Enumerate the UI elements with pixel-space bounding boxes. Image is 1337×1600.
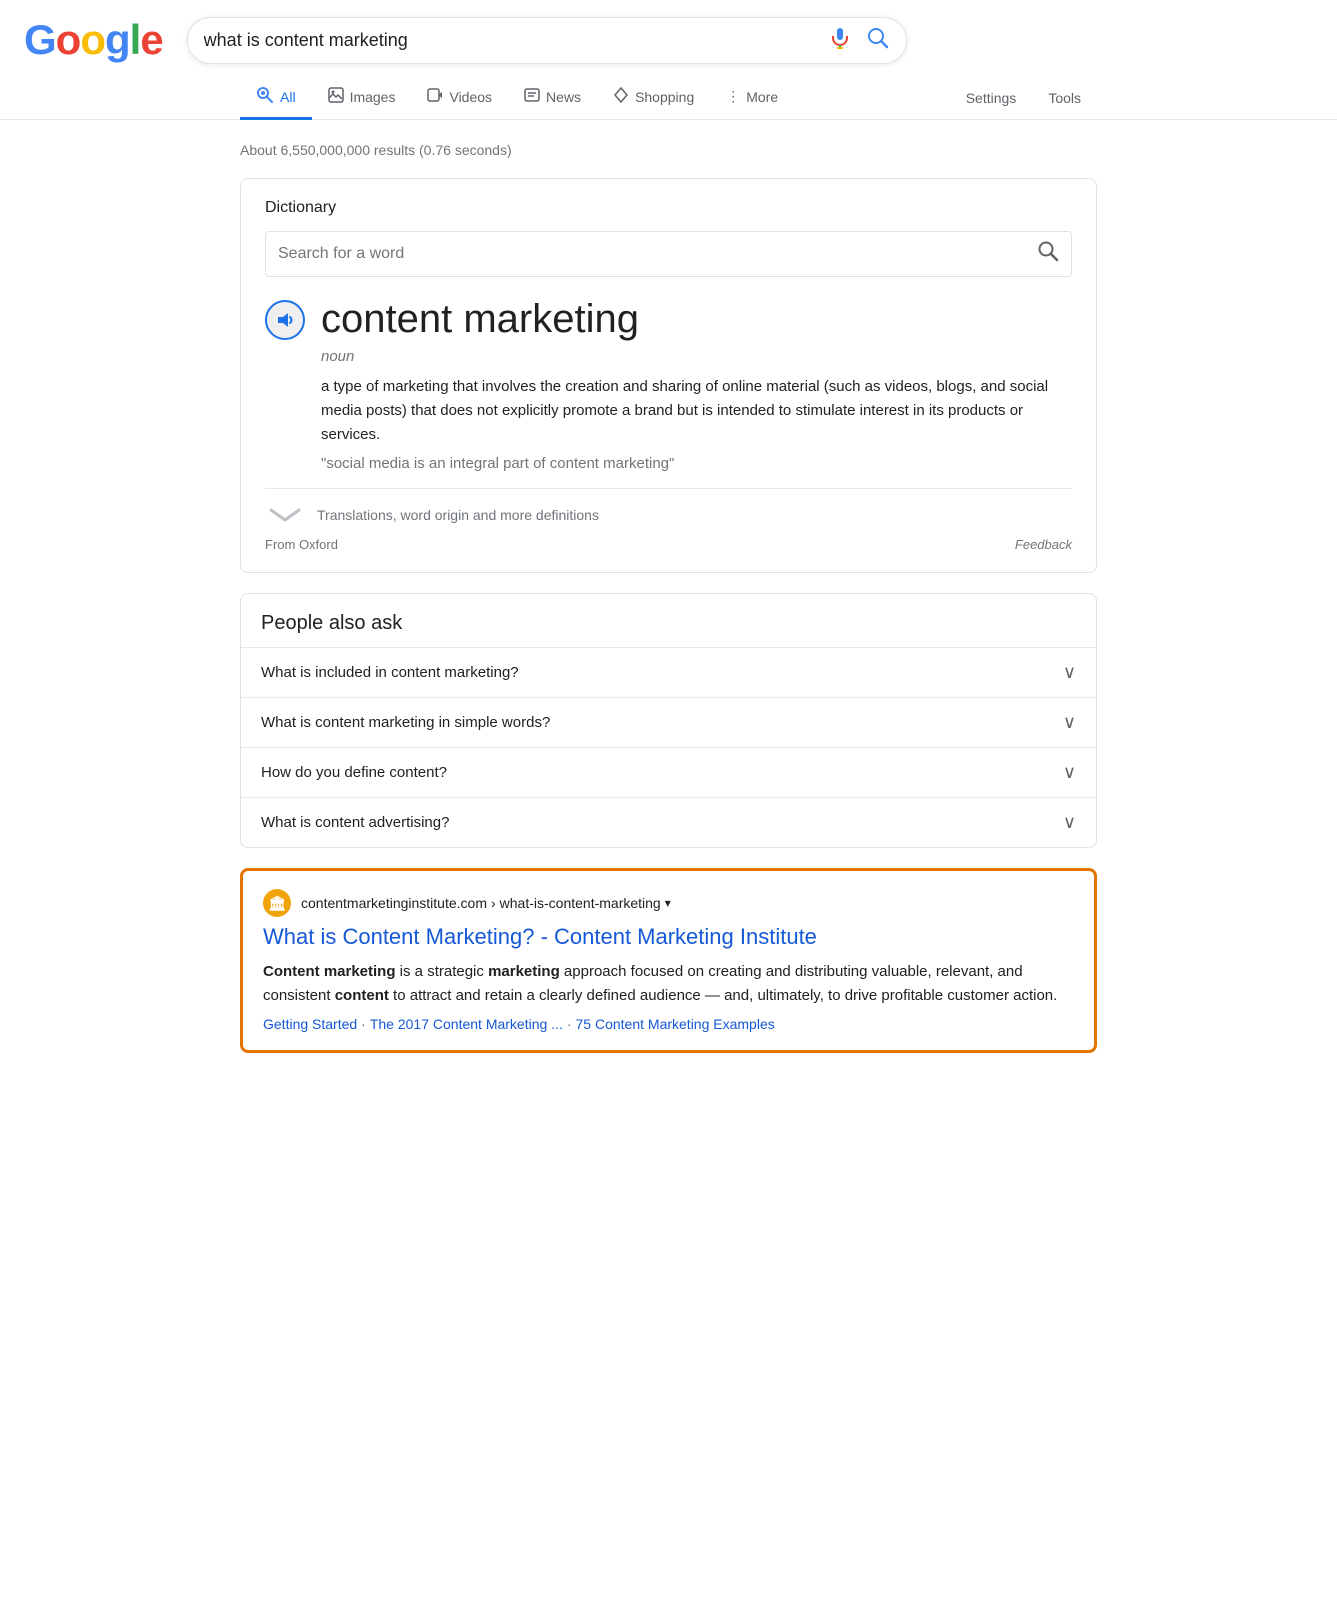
dictionary-search-button[interactable] — [1037, 240, 1059, 268]
url-dropdown-arrow[interactable]: ▾ — [665, 896, 671, 910]
snippet-bold-0: Content marketing — [263, 963, 396, 980]
header: Google — [0, 0, 1337, 64]
paa-question-3: What is content advertising? — [261, 814, 449, 831]
tab-videos[interactable]: Videos — [411, 77, 508, 119]
url-separator: › — [491, 895, 496, 911]
tab-videos-label: Videos — [449, 89, 492, 105]
result-link-sep-1: · — [567, 1016, 572, 1032]
people-also-ask-card: People also ask What is included in cont… — [240, 593, 1097, 848]
chevron-down-icon — [265, 503, 305, 527]
result-links: Getting Started · The 2017 Content Marke… — [263, 1016, 1074, 1032]
nav-right: Settings Tools — [950, 80, 1097, 116]
result-link-0[interactable]: Getting Started — [263, 1016, 357, 1032]
result-link-1[interactable]: The 2017 Content Marketing ... — [370, 1016, 563, 1032]
dictionary-footer: From Oxford Feedback — [265, 537, 1072, 552]
news-tab-icon — [524, 87, 540, 106]
paa-item-2[interactable]: How do you define content? ∨ — [241, 747, 1096, 797]
tab-more-label: More — [746, 89, 778, 105]
dictionary-source: From Oxford — [265, 537, 338, 552]
dictionary-example: "social media is an integral part of con… — [321, 455, 1072, 472]
results-area: About 6,550,000,000 results (0.76 second… — [0, 120, 1337, 1113]
google-logo: Google — [24, 16, 163, 64]
search-submit-icon[interactable] — [866, 26, 890, 55]
dictionary-pos: noun — [321, 348, 1072, 365]
feedback-link[interactable]: Feedback — [1015, 537, 1072, 552]
paa-question-2: How do you define content? — [261, 764, 447, 781]
settings-link[interactable]: Settings — [950, 80, 1033, 116]
paa-item-1[interactable]: What is content marketing in simple word… — [241, 697, 1096, 747]
site-url: contentmarketinginstitute.com › what-is-… — [301, 895, 671, 911]
all-tab-icon — [256, 86, 274, 107]
tab-news[interactable]: News — [508, 77, 597, 119]
paa-item-0[interactable]: What is included in content marketing? ∨ — [241, 647, 1096, 697]
chevron-icon-2: ∨ — [1063, 762, 1076, 783]
dictionary-search-row[interactable] — [265, 231, 1072, 277]
speaker-button[interactable] — [265, 300, 305, 340]
dictionary-definition: a type of marketing that involves the cr… — [321, 375, 1072, 447]
microphone-icon[interactable] — [828, 26, 852, 55]
chevron-icon-3: ∨ — [1063, 812, 1076, 833]
tab-more[interactable]: ⋮ More — [710, 78, 794, 118]
tab-shopping[interactable]: Shopping — [597, 77, 710, 119]
search-result-0: 🏛 contentmarketinginstitute.com › what-i… — [240, 868, 1097, 1053]
dictionary-word: content marketing — [321, 297, 639, 342]
result-snippet: Content marketing is a strategic marketi… — [263, 960, 1074, 1008]
snippet-text-5: to attract and retain a clearly defined … — [389, 987, 1057, 1004]
paa-question-1: What is content marketing in simple word… — [261, 714, 550, 731]
result-title[interactable]: What is Content Marketing? - Content Mar… — [263, 923, 1074, 952]
tab-all[interactable]: All — [240, 76, 312, 120]
tools-link[interactable]: Tools — [1032, 80, 1097, 116]
site-favicon: 🏛 — [263, 889, 291, 917]
search-bar[interactable] — [187, 17, 907, 64]
paa-item-3[interactable]: What is content advertising? ∨ — [241, 797, 1096, 847]
tab-all-label: All — [280, 89, 296, 105]
dictionary-word-row: content marketing — [265, 297, 1072, 342]
site-domain: contentmarketinginstitute.com — [301, 895, 487, 911]
nav-tabs: All Images Videos News Shopping ⋮ More S… — [0, 64, 1337, 120]
tab-shopping-label: Shopping — [635, 89, 694, 105]
paa-question-0: What is included in content marketing? — [261, 664, 519, 681]
search-input[interactable] — [204, 30, 816, 51]
dictionary-more-row[interactable]: Translations, word origin and more defin… — [265, 488, 1072, 527]
dictionary-more-label: Translations, word origin and more defin… — [317, 507, 599, 523]
site-path: what-is-content-marketing — [500, 895, 661, 911]
dictionary-search-input[interactable] — [278, 245, 1037, 263]
dictionary-title: Dictionary — [265, 199, 1072, 217]
chevron-icon-1: ∨ — [1063, 712, 1076, 733]
tab-images[interactable]: Images — [312, 77, 412, 119]
videos-tab-icon — [427, 87, 443, 106]
tab-news-label: News — [546, 89, 581, 105]
result-site-row: 🏛 contentmarketinginstitute.com › what-i… — [263, 889, 1074, 917]
results-count: About 6,550,000,000 results (0.76 second… — [240, 142, 1097, 158]
more-tab-icon: ⋮ — [726, 88, 740, 105]
search-bar-icons — [828, 26, 890, 55]
shopping-tab-icon — [613, 87, 629, 106]
paa-title: People also ask — [241, 594, 1096, 647]
result-link-sep-0: · — [361, 1016, 366, 1032]
snippet-text-1: is a strategic — [396, 963, 489, 980]
tab-images-label: Images — [350, 89, 396, 105]
chevron-icon-0: ∨ — [1063, 662, 1076, 683]
snippet-bold-2: marketing — [488, 963, 560, 980]
snippet-bold-4: content — [335, 987, 389, 1004]
images-tab-icon — [328, 87, 344, 106]
result-link-2[interactable]: 75 Content Marketing Examples — [576, 1016, 775, 1032]
dictionary-card: Dictionary content marketing noun a type… — [240, 178, 1097, 573]
